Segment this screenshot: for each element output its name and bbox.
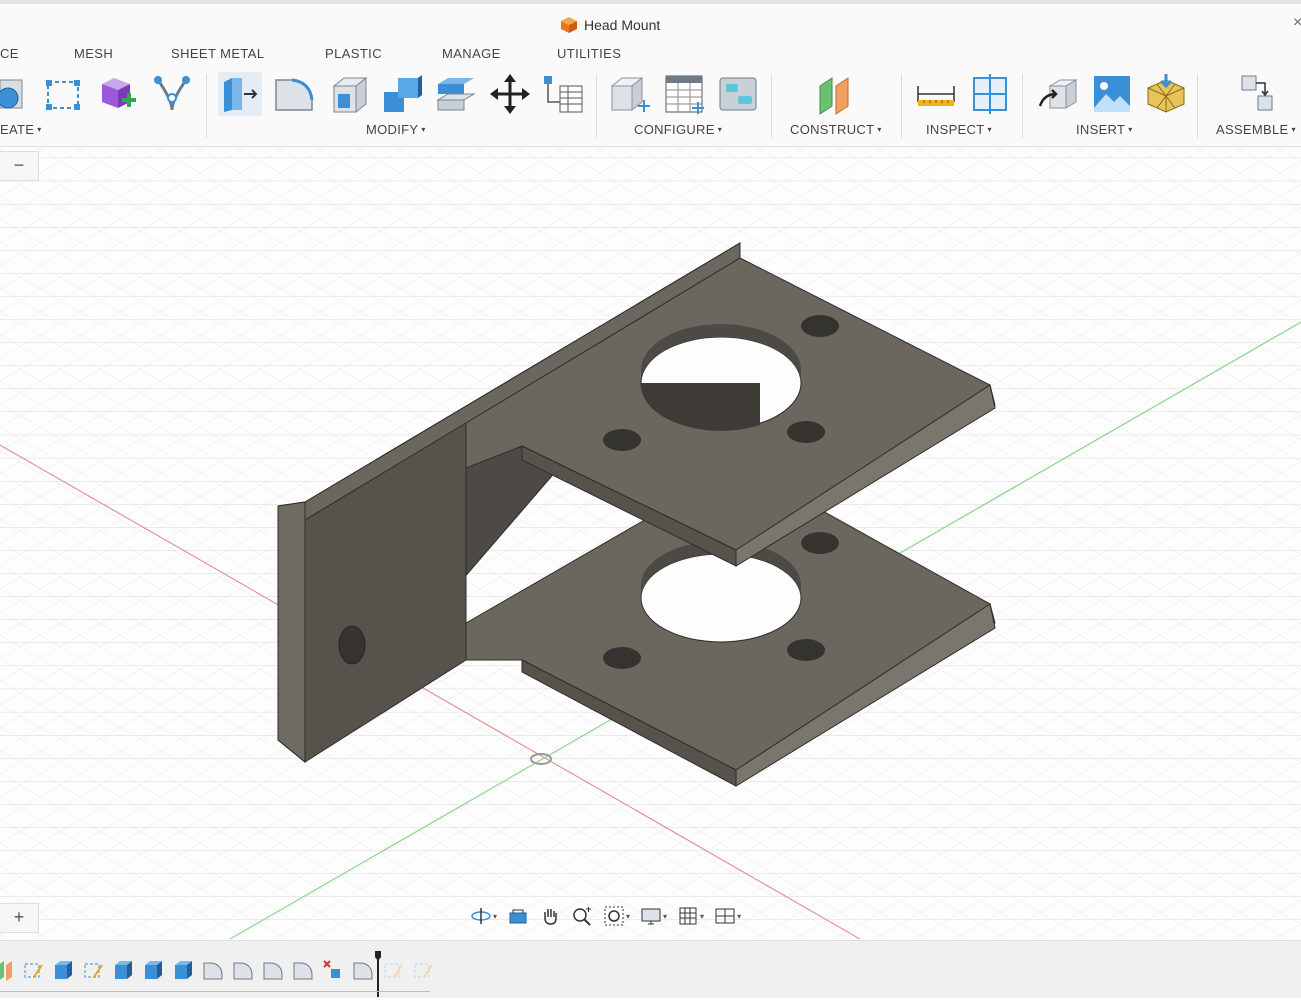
section-analysis-tool[interactable] [968,72,1012,116]
press-pull-icon [224,78,258,112]
combine-icon [384,75,422,112]
form-tool[interactable] [150,72,194,116]
tab-plastic[interactable]: PLASTIC [325,46,382,61]
move-copy-tool[interactable] [488,72,532,116]
timeline-item-sketch-suppressed[interactable] [382,959,404,981]
ribbon-separator [206,74,207,138]
configure-tool-3[interactable] [716,72,760,116]
section-icon [973,74,1007,114]
timeline-item-fillet[interactable] [352,959,374,981]
tab-mesh[interactable]: MESH [74,46,113,61]
timeline-item-extrude[interactable] [142,959,164,981]
create-sketch-tool[interactable] [42,72,86,116]
config-nodes-icon [719,77,757,111]
timeline-item-sketch[interactable] [82,959,104,981]
pan-icon[interactable] [539,905,561,927]
collapse-browser-button[interactable]: − [0,151,39,181]
navigation-bar: ▾ ▾ ▾ ▾ ▾ [470,900,770,932]
grid-icon[interactable] [677,905,699,927]
measure-tool[interactable] [914,72,958,116]
timeline-item-sketch-suppressed[interactable] [412,959,434,981]
offset-face-tool[interactable] [434,72,478,116]
image-icon [1094,76,1130,112]
offset-face-icon [436,78,476,111]
group-assemble[interactable]: ASSEMBLE ▾ [1216,122,1296,137]
fillet-tool[interactable] [272,72,316,116]
tab-surface[interactable]: CE [0,46,19,61]
change-parameters-tool[interactable] [542,72,586,116]
group-insert[interactable]: INSERT ▾ [1076,122,1133,137]
tab-utilities[interactable]: UTILITIES [557,46,621,61]
new-component-tool[interactable] [96,72,140,116]
tab-manage[interactable]: MANAGE [442,46,501,61]
timeline-item-fillet[interactable] [262,959,284,981]
combine-tool[interactable] [380,72,424,116]
expand-comments-button[interactable]: + [0,903,39,933]
insert-arrow-icon [1038,79,1078,109]
insert-derive-tool[interactable] [1036,72,1080,116]
group-create[interactable]: EATE ▾ [0,122,42,137]
document-title: Head Mount [560,16,660,34]
ruler-icon [917,86,955,106]
viewports-icon[interactable] [714,905,736,927]
canvas-tool[interactable] [1090,72,1134,116]
3d-scene [0,147,1301,940]
insert-mesh-tool[interactable] [1144,72,1188,116]
workspace-tabs: CE MESH SHEET METAL PLASTIC MANAGE UTILI… [0,42,1301,68]
title-bar: Head Mount × [0,4,1301,42]
construct-plane-icon [819,77,849,115]
purple-cube-plus-icon [102,78,136,108]
revolve-icon [0,79,23,109]
assemble-icon [1241,75,1273,111]
group-inspect[interactable]: INSPECT ▾ [926,122,992,137]
document-title-text: Head Mount [584,17,661,33]
timeline-item-extrude[interactable] [112,959,134,981]
close-tab-button[interactable]: × [1293,14,1301,32]
revolve-tool[interactable] [0,72,32,116]
offset-plane-tool[interactable] [814,72,858,116]
timeline-item-plane[interactable] [0,959,16,981]
timeline-track [0,991,430,992]
timeline-item-fillet[interactable] [232,959,254,981]
group-configure[interactable]: CONFIGURE ▾ [634,122,722,137]
orange-cube-icon [561,17,577,33]
shell-icon [332,76,368,114]
mesh-insert-icon [1147,74,1185,113]
ribbon-separator [1022,74,1023,138]
timeline-item-delete[interactable] [322,959,344,981]
display-settings-icon[interactable] [640,905,662,927]
look-at-icon[interactable] [507,905,529,927]
timeline-item-fillet[interactable] [202,959,224,981]
zoom-icon[interactable] [571,905,593,927]
configure-tool-2[interactable] [662,72,706,116]
config-cube-icon [610,76,650,112]
move-arrows-icon [490,74,530,114]
timeline-item-extrude[interactable] [172,959,194,981]
timeline-item-extrude[interactable] [52,959,74,981]
group-construct[interactable]: CONSTRUCT ▾ [790,122,882,137]
shell-tool[interactable] [326,72,370,116]
press-pull-tool[interactable] [218,72,262,116]
orbit-icon[interactable] [470,905,492,927]
new-component-assemble-tool[interactable] [1238,72,1282,116]
configure-tool-1[interactable] [608,72,652,116]
sketch-icon [46,80,80,110]
ribbon-separator [1197,74,1198,138]
ribbon-separator [901,74,902,138]
timeline-item-fillet[interactable] [292,959,314,981]
timeline-item-sketch[interactable] [22,959,44,981]
fillet-icon [275,78,314,111]
group-modify[interactable]: MODIFY ▾ [366,122,426,137]
canvas-viewport[interactable]: − + [0,147,1301,940]
parameters-table-icon [544,76,583,113]
timeline-bar [0,940,1301,998]
branch-icon [154,76,190,111]
ribbon-separator [771,74,772,138]
config-table-icon [665,75,704,114]
ribbon-separator [596,74,597,138]
zoom-window-icon[interactable] [603,905,625,927]
tab-sheet-metal[interactable]: SHEET METAL [171,46,265,61]
toolbar-ribbon: EATE ▾ MODIFY ▾ CONFIGURE ▾ CONSTRUCT ▾ … [0,68,1301,147]
